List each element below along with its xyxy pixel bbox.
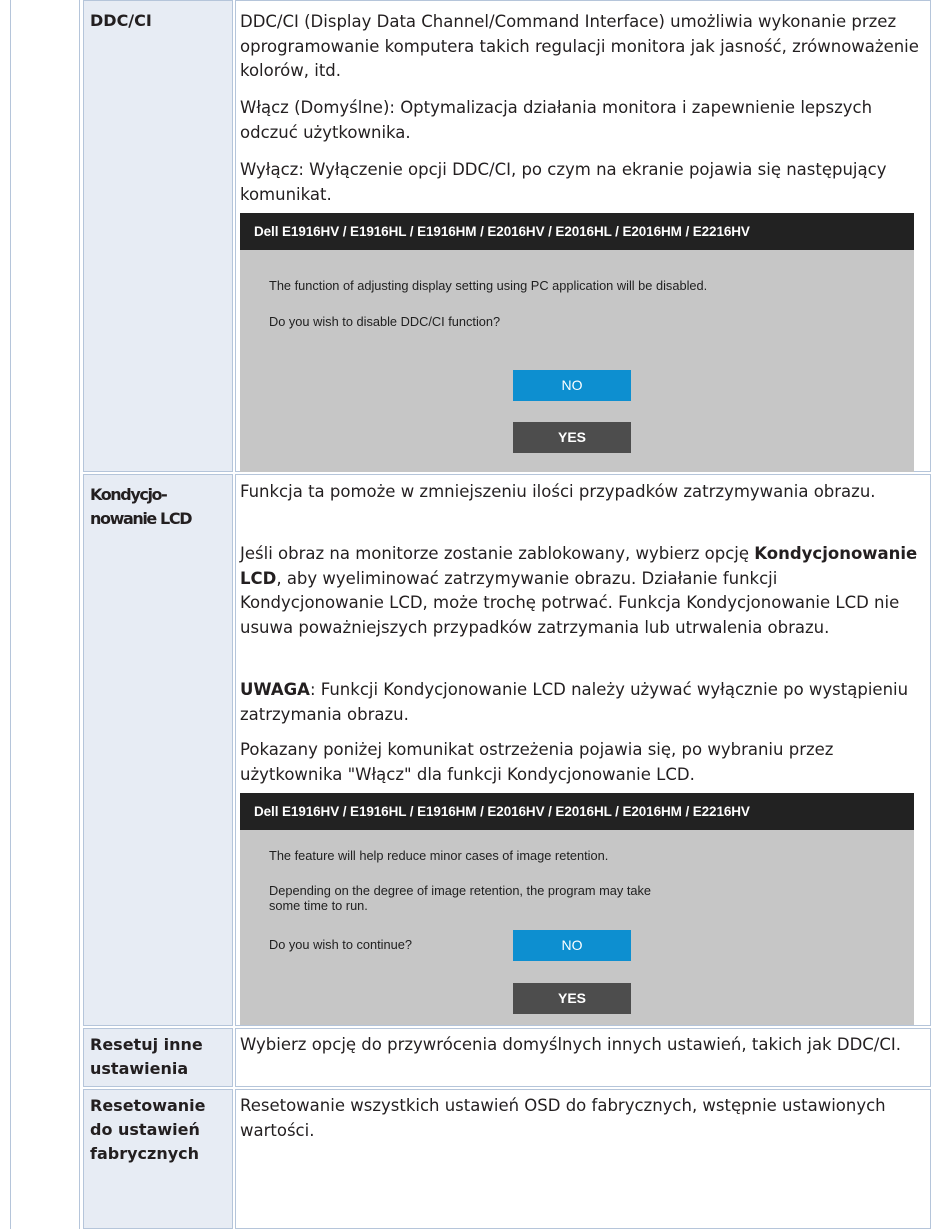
row-heading: Kondycjo- nowanie LCD [90, 483, 230, 531]
row-heading-line: Resetuj inne [90, 1035, 203, 1054]
paragraph: Wyłącz: Wyłączenie opcji DDC/CI, po czym… [240, 160, 887, 204]
paragraph: Pokazany poniżej komunikat ostrzeżenia p… [240, 740, 834, 784]
dialog-title: Dell E1916HV / E1916HL / E1916HM / E2016… [240, 793, 914, 830]
outer-left-border [10, 0, 11, 1229]
row-heading: Resetowanie do ustawień fabrycznych [90, 1094, 230, 1166]
row-label-reset-other: Resetuj inne ustawienia [83, 1028, 233, 1087]
paragraph-emphasis: UWAGA [240, 680, 310, 699]
outer-inner-border [79, 0, 80, 1229]
no-button[interactable]: NO [513, 370, 631, 401]
dialog-message: Do you wish to disable DDC/CI function? [269, 314, 501, 329]
yes-button[interactable]: YES [513, 983, 631, 1014]
row-heading-line: do ustawień [90, 1120, 200, 1139]
row-heading-line: Resetowanie [90, 1096, 206, 1115]
paragraph: DDC/CI (Display Data Channel/Command Int… [240, 12, 919, 80]
row-heading-line: nowanie LCD [90, 509, 192, 528]
paragraph-text: Jeśli obraz na monitorze zostanie zablok… [240, 544, 755, 563]
dialog-title: Dell E1916HV / E1916HL / E1916HM / E2016… [240, 213, 914, 250]
lcd-conditioning-dialog: Dell E1916HV / E1916HL / E1916HM / E2016… [240, 793, 914, 1025]
paragraph: Funkcja ta pomoże w zmniejszeniu ilości … [240, 482, 876, 501]
paragraph: Wybierz opcję do przywrócenia domyślnych… [240, 1035, 901, 1054]
row-heading-line: Kondycjo- [90, 485, 168, 504]
paragraph: Resetowanie wszystkich ustawień OSD do f… [240, 1096, 886, 1140]
yes-button[interactable]: YES [513, 422, 631, 453]
row-heading: Resetuj inne ustawienia [90, 1033, 230, 1081]
paragraph-text: , aby wyeliminować zatrzymywanie obrazu.… [240, 568, 900, 637]
dialog-message-line: Depending on the degree of image retenti… [269, 883, 652, 898]
ddcci-disable-dialog: Dell E1916HV / E1916HL / E1916HM / E2016… [240, 213, 914, 472]
paragraph-text: : Funkcji Kondycjonowanie LCD należy uży… [240, 680, 909, 724]
dialog-message-line: some time to run. [269, 898, 368, 913]
paragraph: Jeśli obraz na monitorze zostanie zablok… [240, 542, 924, 640]
dialog-message: The feature will help reduce minor cases… [269, 848, 609, 863]
row-content-ddcci: DDC/CI (Display Data Channel/Command Int… [235, 0, 931, 472]
row-label-factory-reset: Resetowanie do ustawień fabrycznych [83, 1089, 233, 1229]
row-heading: DDC/CI [90, 11, 152, 30]
row-content-reset-other: Wybierz opcję do przywrócenia domyślnych… [235, 1028, 931, 1087]
paragraph: UWAGA: Funkcji Kondycjonowanie LCD należ… [240, 678, 924, 727]
row-label-lcd-conditioning: Kondycjo- nowanie LCD [83, 474, 233, 1026]
dialog-message: The function of adjusting display settin… [269, 278, 708, 293]
paragraph: Włącz (Domyślne): Optymalizacja działani… [240, 98, 873, 142]
no-button[interactable]: NO [513, 930, 631, 961]
row-label-ddcci: DDC/CI [83, 0, 233, 472]
row-content-lcd-conditioning: Funkcja ta pomoże w zmniejszeniu ilości … [235, 474, 931, 1026]
row-heading-line: ustawienia [90, 1059, 189, 1078]
dialog-message: Depending on the degree of image retenti… [269, 883, 894, 913]
row-heading-line: fabrycznych [90, 1144, 200, 1163]
row-content-factory-reset: Resetowanie wszystkich ustawień OSD do f… [235, 1089, 931, 1229]
